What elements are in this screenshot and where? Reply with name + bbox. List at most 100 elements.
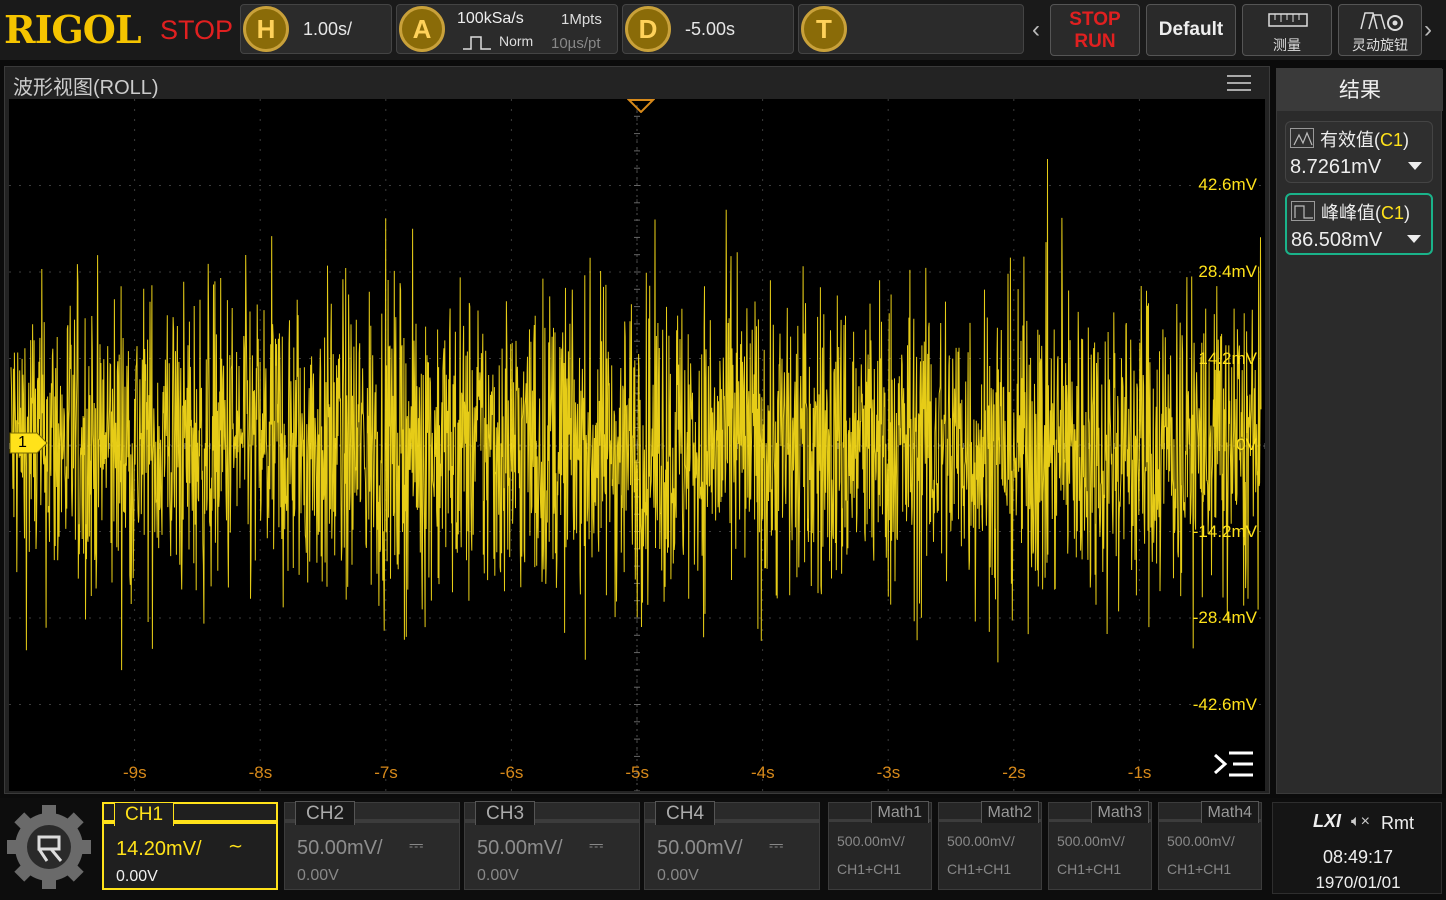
measurement-source: C1 — [1381, 203, 1405, 223]
memory-depth: 1Mpts — [561, 11, 602, 28]
run-label: RUN — [1074, 31, 1116, 52]
ch1-trace — [10, 158, 1262, 671]
time-axis-label: -4s — [751, 763, 775, 782]
time-axis-label: -1s — [1127, 763, 1152, 782]
math-scale: 500.00mV/ — [1057, 833, 1125, 849]
stop-run-button[interactable]: STOP RUN — [1050, 4, 1140, 56]
settings-gear-icon[interactable] — [6, 804, 92, 890]
delay-control[interactable]: D -5.00s — [622, 4, 794, 54]
sample-rate: 100kSa/s — [457, 10, 524, 27]
horizontal-badge: H — [243, 6, 289, 52]
channel-scale: 14.20mV/ — [116, 838, 202, 860]
hamburger-menu-icon[interactable] — [1227, 75, 1251, 93]
channel-offset: 0.00V — [657, 867, 699, 884]
knob-gear-icon — [1360, 12, 1403, 31]
lxi-logo: LXI — [1313, 811, 1342, 831]
math-scale: 500.00mV/ — [837, 833, 905, 849]
measurement-value: 86.508mV — [1291, 229, 1383, 251]
knob-button[interactable]: 灵动旋钮 — [1338, 4, 1422, 56]
measurement-rms[interactable]: 有效值(C1) 8.7261mV — [1285, 121, 1433, 183]
time-axis-label: -7s — [374, 763, 398, 782]
coupling-icon: ∼ — [228, 836, 244, 856]
vertical-scale-label: 28.4mV — [1198, 262, 1257, 281]
channel-scale: 50.00mV/ — [477, 837, 563, 859]
rigol-logo: RIGOL — [4, 7, 142, 52]
pulse-icon — [463, 36, 491, 50]
math-4-box[interactable]: Math4 500.00mV/CH1+CH1 — [1158, 801, 1262, 890]
run-state-indicator[interactable]: STOP — [160, 8, 234, 52]
channel-scale: 50.00mV/ — [657, 837, 743, 859]
acquire-mode: Norm — [499, 33, 534, 49]
clock-date: 1970/01/01 — [1315, 873, 1401, 892]
vertical-scale-label: -14.2mV — [1192, 522, 1257, 541]
channel-3-box[interactable]: CH3 50.00mV/ ⎓ 0.00V — [464, 801, 640, 890]
collapse-panel-icon[interactable] — [1213, 749, 1255, 779]
math-name: Math2 — [980, 801, 1039, 823]
channel-name: CH3 — [475, 801, 536, 825]
time-axis-label: -9s — [123, 763, 147, 782]
vpp-measure-icon — [1291, 201, 1315, 221]
measurement-name-text: 峰峰值 — [1321, 203, 1375, 223]
vertical-scale-label: -28.4mV — [1192, 608, 1257, 627]
bottom-status-bar: CH1 14.20mV/ ∼ 0.00V CH2 50.00mV/ ⎓ 0.00V CH3 50.… — [0, 798, 1446, 900]
results-header: 结果 — [1277, 69, 1443, 111]
channel-2-box[interactable]: CH2 50.00mV/ ⎓ 0.00V — [284, 801, 460, 890]
channel-4-box[interactable]: CH4 50.00mV/ ⎓ 0.00V — [644, 801, 820, 890]
coupling-icon: ⎓ — [769, 835, 784, 855]
math-name: Math4 — [1200, 801, 1259, 823]
time-per-point: 10µs/pt — [551, 35, 601, 52]
time-axis-label: -8s — [248, 763, 273, 782]
speaker-muted-icon[interactable]: 🔈︎× — [1351, 813, 1370, 831]
math-source: CH1+CH1 — [1057, 861, 1122, 877]
results-panel: 结果 有效值(C1) 8.7261mV 峰峰值(C1) 86.508mV — [1276, 68, 1443, 794]
waveform-canvas — [9, 99, 1265, 791]
channel-offset: 0.00V — [297, 867, 339, 884]
channel-1-box[interactable]: CH1 14.20mV/ ∼ 0.00V — [102, 802, 278, 890]
time-axis-label: -5s — [625, 763, 650, 782]
channel-name: CH4 — [655, 801, 716, 825]
coupling-icon: ⎓ — [589, 835, 604, 855]
knob-label: 灵动旋钮 — [1352, 37, 1408, 53]
trigger-control[interactable]: T — [798, 4, 1024, 54]
ch1-marker-arrow-icon — [9, 432, 48, 454]
measurement-source: C1 — [1380, 130, 1404, 150]
measure-button[interactable]: 测量 — [1242, 4, 1332, 56]
vertical-scale-label: 0V — [1236, 435, 1257, 454]
scroll-left-arrow-icon[interactable]: ‹ — [1032, 16, 1040, 44]
default-label: Default — [1158, 19, 1224, 40]
timebase-value: 1.00s/ — [303, 19, 353, 39]
coupling-icon: ⎓ — [409, 835, 424, 855]
channel-name: CH1 — [114, 802, 175, 826]
scroll-right-arrow-icon[interactable]: › — [1424, 16, 1432, 44]
dropdown-arrow-icon[interactable] — [1408, 162, 1422, 170]
time-axis-label: -6s — [499, 763, 524, 782]
measurement-vpp[interactable]: 峰峰值(C1) 86.508mV — [1285, 193, 1433, 255]
math-scale: 500.00mV/ — [1167, 833, 1235, 849]
time-axis-label: -3s — [876, 763, 901, 782]
default-button[interactable]: Default — [1146, 4, 1236, 56]
dropdown-arrow-icon[interactable] — [1407, 235, 1421, 243]
math-source: CH1+CH1 — [1167, 861, 1232, 877]
acquire-control[interactable]: A 100kSa/s 1Mpts Norm 10µs/pt — [396, 4, 618, 54]
ch1-offset-marker[interactable]: 1 — [9, 432, 49, 454]
measurement-name: 峰峰值(C1) — [1321, 203, 1411, 223]
top-toolbar: RIGOL STOP H 1.00s/ A 100kSa/s 1Mpts Nor… — [0, 0, 1446, 60]
math-source: CH1+CH1 — [837, 861, 902, 877]
math-1-box[interactable]: Math1 500.00mV/CH1+CH1 — [828, 801, 932, 890]
delay-badge: D — [625, 6, 671, 52]
channel-scale: 50.00mV/ — [297, 837, 383, 859]
waveform-grid[interactable]: 1 42.6mV 28.4mV 14.2mV 0V -14.2mV -28.4mV -42.… — [9, 99, 1265, 791]
status-clock-panel[interactable]: LXI 🔈︎× Rmt 08:49:17 1970/01/01 — [1272, 802, 1442, 894]
math-2-box[interactable]: Math2 500.00mV/CH1+CH1 — [938, 801, 1042, 890]
ch1-marker-label: 1 — [18, 434, 27, 451]
trigger-position-marker-icon[interactable] — [627, 99, 655, 113]
waveform-view-title: 波形视图(ROLL) — [13, 77, 159, 99]
vertical-scale-label: 42.6mV — [1198, 175, 1257, 194]
horizontal-timebase-control[interactable]: H 1.00s/ — [240, 4, 392, 54]
waveform-view: 波形视图(ROLL) 1 42.6mV 28.4mV 14.2mV 0V -14.2mV… — [4, 66, 1270, 794]
delay-offset: -5.00s — [685, 19, 736, 39]
math-3-box[interactable]: Math3 500.00mV/CH1+CH1 — [1048, 801, 1152, 890]
ruler-icon — [1268, 13, 1308, 27]
time-axis-label: -2s — [1002, 763, 1026, 782]
trigger-badge: T — [801, 6, 847, 52]
